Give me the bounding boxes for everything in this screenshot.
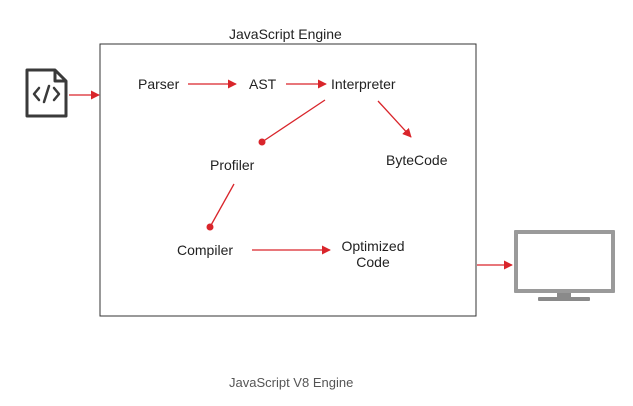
v8-engine-diagram: JavaScript Engine Parser AST Interpreter… [0,0,633,406]
node-optimized-line2: Code [356,254,390,270]
node-compiler: Compiler [177,242,234,258]
arrow-interpreter-to-bytecode [377,100,412,138]
diagram-canvas [25,43,615,317]
node-profiler: Profiler [210,157,255,173]
node-parser: Parser [138,76,180,92]
code-file-icon [25,68,68,118]
engine-title: JavaScript Engine [229,26,342,42]
node-ast: AST [249,76,277,92]
node-bytecode: ByteCode [386,152,448,168]
caption: JavaScript V8 Engine [229,375,354,390]
line-profiler-compiler [206,183,235,231]
node-optimized-line1: Optimized [341,238,405,254]
node-optimized-code: Optimized Code [335,238,411,270]
line-interpreter-profiler [258,99,326,146]
node-interpreter: Interpreter [331,76,396,92]
monitor-icon [514,230,615,301]
